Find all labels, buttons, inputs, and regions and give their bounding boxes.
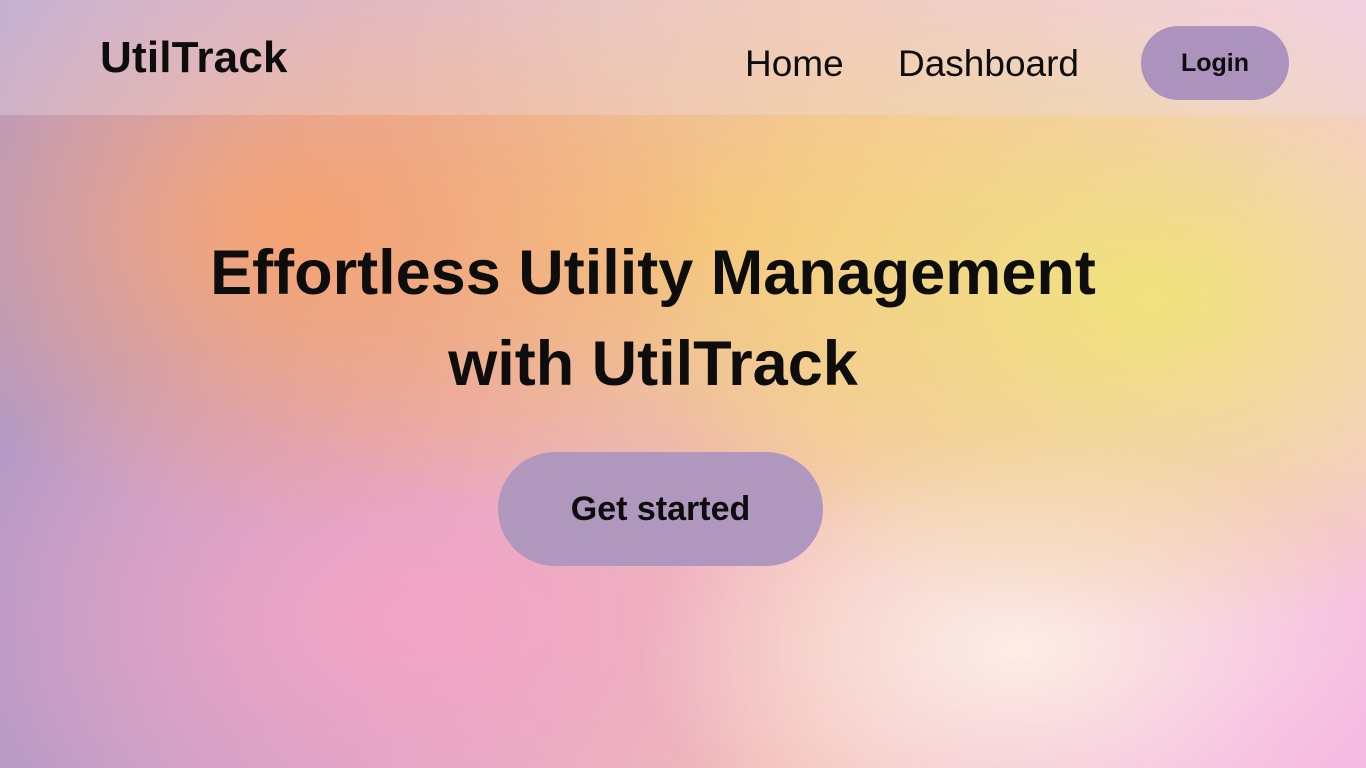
hero-title: Effortless Utility Management with UtilT… (83, 228, 1223, 410)
get-started-button[interactable]: Get started (498, 452, 823, 566)
top-nav-bar: UtilTrack Home Dashboard Login (0, 0, 1366, 115)
nav-link-dashboard[interactable]: Dashboard (898, 42, 1079, 86)
hero-title-line-1: Effortless Utility Management (210, 238, 1096, 308)
login-button[interactable]: Login (1141, 26, 1289, 100)
nav-link-home[interactable]: Home (745, 42, 844, 86)
hero-title-line-2: with UtilTrack (448, 329, 858, 399)
brand-logo[interactable]: UtilTrack (100, 32, 288, 84)
